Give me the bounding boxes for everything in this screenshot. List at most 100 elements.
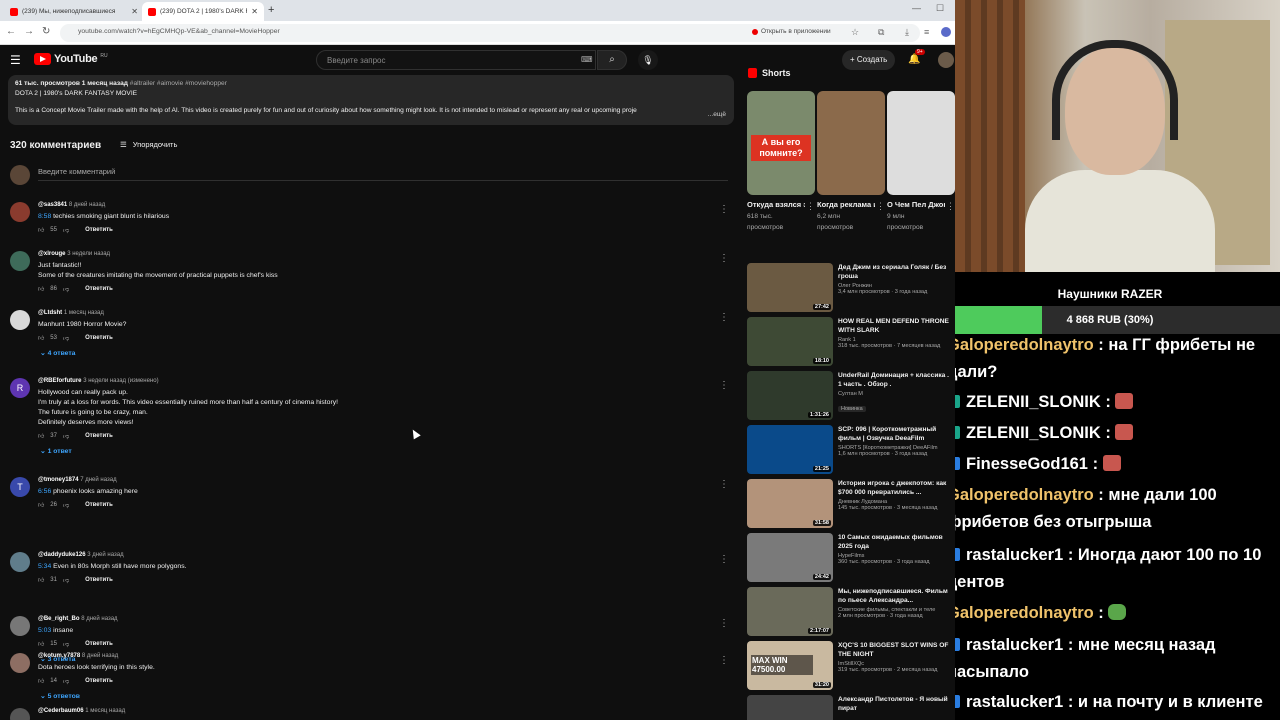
video-thumbnail[interactable]: 1:31:26 — [747, 371, 833, 420]
description-tags[interactable]: #altrailer #aimovie #moviehopper — [130, 80, 227, 87]
like-icon[interactable]: 👍︎ — [38, 432, 44, 440]
comment-avatar[interactable] — [10, 310, 30, 330]
channel-name[interactable]: Султан М — [838, 391, 953, 397]
like-icon[interactable]: 👍︎ — [38, 226, 44, 234]
video-title[interactable]: HOW REAL MEN DEFEND THRONE WITH SLARK — [838, 317, 953, 335]
comment-timestamp-link[interactable]: 8:58 — [38, 213, 51, 220]
comment-author[interactable]: @Ltdsht — [38, 310, 62, 316]
new-tab-icon[interactable]: + — [268, 4, 274, 16]
video-title[interactable]: UnderRail Доминация + классика . 1 часть… — [838, 371, 953, 389]
short-title[interactable]: Когда реклама и... — [817, 200, 875, 210]
dislike-icon[interactable]: 👎︎ — [63, 432, 69, 440]
show-replies-button[interactable]: ⌄ 1 ответ — [40, 447, 72, 455]
reply-button[interactable]: Ответить — [85, 641, 113, 647]
show-replies-button[interactable]: ⌄ 5 ответов — [40, 692, 80, 700]
recommended-video[interactable]: 18:10 HOW REAL MEN DEFEND THRONE WITH SLA… — [747, 317, 955, 369]
dislike-icon[interactable]: 👎︎ — [63, 285, 69, 293]
comment-time[interactable]: 3 недели назад (изменено) — [83, 378, 158, 384]
reply-button[interactable]: Ответить — [85, 433, 113, 439]
show-replies-button[interactable]: ⌄ 4 ответа — [40, 349, 75, 357]
comment-time[interactable]: 7 дней назад — [80, 477, 116, 483]
tab-dota2-trailer[interactable]: (239) DOTA 2 | 1980's DARK FA ✕ — [142, 2, 264, 21]
youtube-logo[interactable]: YouTube RU — [34, 53, 108, 65]
video-thumbnail[interactable]: 2:17:07 — [747, 587, 833, 636]
chat-username[interactable]: ZELENII_SLONIK — [966, 424, 1101, 442]
recommended-video[interactable]: 2:17:07 Мы, нижеподписавшиеся. Фильм по п… — [747, 587, 955, 639]
recommended-video[interactable]: Александр Пистолетов - Я новый пират — [747, 695, 955, 720]
dislike-icon[interactable]: 👎︎ — [63, 226, 69, 234]
comment-avatar[interactable] — [10, 616, 30, 636]
comment-avatar[interactable]: T — [10, 477, 30, 497]
more-options-icon[interactable]: ⋮ — [719, 380, 729, 391]
more-options-icon[interactable]: ⋮ — [719, 554, 729, 565]
short-title[interactable]: Откуда взялся это... — [747, 200, 805, 210]
recommended-video[interactable]: 27:42 Дед Джим из сериала Голяк / Без гро… — [747, 263, 955, 315]
more-options-icon[interactable]: ⋮ — [719, 312, 729, 323]
voice-search-button[interactable]: 🎙 — [638, 50, 658, 70]
video-description[interactable]: 61 тыс. просмотров 1 месяц назад #altrai… — [8, 75, 734, 125]
chat-username[interactable]: ZELENII_SLONIK — [966, 393, 1101, 411]
chat-username[interactable]: rastalucker1 — [966, 546, 1063, 564]
comment-avatar[interactable] — [10, 202, 30, 222]
comment-author[interactable]: @xlrouge — [38, 251, 66, 257]
more-options-icon[interactable]: ⋮ — [946, 201, 955, 212]
recommended-video[interactable]: 1:31:26 UnderRail Доминация + классика . … — [747, 371, 955, 423]
chat-username[interactable]: Galoperedolnaytro — [955, 604, 1094, 622]
video-thumbnail[interactable]: 31:58 — [747, 479, 833, 528]
menu-icon[interactable]: ≡ — [924, 27, 929, 37]
dislike-icon[interactable]: 👎︎ — [63, 576, 69, 584]
reply-button[interactable]: Ответить — [85, 227, 113, 233]
video-title[interactable]: SCP: 096 | Короткометражный фильм | Озву… — [838, 425, 953, 443]
more-options-icon[interactable]: ⋮ — [719, 655, 729, 666]
short-thumbnail[interactable]: А вы его помните? — [747, 91, 815, 195]
more-options-icon[interactable]: ⋮ — [719, 253, 729, 264]
video-title[interactable]: XQC'S 10 BIGGEST SLOT WINS OF THE NIGHT — [838, 641, 953, 659]
video-thumbnail[interactable]: 18:10 — [747, 317, 833, 366]
search-input[interactable]: Введите запрос — [316, 50, 596, 70]
comment-avatar[interactable] — [10, 653, 30, 673]
comment-time[interactable]: 3 дней назад — [87, 552, 123, 558]
more-options-icon[interactable]: ⋮ — [719, 479, 729, 490]
comment-author[interactable]: @tmoney1874 — [38, 477, 79, 483]
chat-username[interactable]: FinesseGod161 — [966, 455, 1088, 473]
comment-input[interactable]: Введите комментарий — [38, 167, 728, 181]
comment-avatar[interactable] — [10, 251, 30, 271]
video-title[interactable]: Дед Джим из сериала Голяк / Без гроша — [838, 263, 953, 281]
video-thumbnail[interactable]: MAX WIN 47500.00 31:20 — [747, 641, 833, 690]
video-title[interactable]: История игрока с джекпотом: как $700 000… — [838, 479, 953, 497]
comment-author[interactable]: @daddyduke126 — [38, 552, 86, 558]
like-icon[interactable]: 👍︎ — [38, 501, 44, 509]
download-icon[interactable]: ⤓ — [905, 27, 909, 38]
more-options-icon[interactable]: ⋮ — [719, 618, 729, 629]
reply-button[interactable]: Ответить — [85, 335, 113, 341]
comment-avatar[interactable] — [10, 552, 30, 572]
short-item[interactable]: Когда реклама и... 6,2 млн просмотров ⋮ — [817, 91, 885, 232]
like-icon[interactable]: 👍︎ — [38, 640, 44, 648]
dislike-icon[interactable]: 👎︎ — [63, 640, 69, 648]
hamburger-menu-icon[interactable]: ☰ — [10, 53, 21, 67]
short-item[interactable]: А вы его помните? Откуда взялся это... 618… — [747, 91, 815, 232]
video-thumbnail[interactable]: 27:42 — [747, 263, 833, 312]
reply-button[interactable]: Ответить — [85, 502, 113, 508]
reply-button[interactable]: Ответить — [85, 286, 113, 292]
sort-comments-button[interactable]: ☰ Упорядочить — [120, 140, 177, 149]
chat-username[interactable]: Galoperedolnaytro — [955, 336, 1094, 354]
close-icon[interactable]: ✕ — [131, 7, 138, 16]
comment-time[interactable]: 3 недели назад — [67, 251, 110, 257]
video-thumbnail[interactable]: 21:25 — [747, 425, 833, 474]
comment-time[interactable]: 8 дней назад — [69, 202, 105, 208]
comment-author[interactable]: @kotum.y7878 — [38, 653, 80, 659]
chat-username[interactable]: rastalucker1 — [966, 693, 1063, 711]
maximize-icon[interactable]: ☐ — [936, 3, 944, 14]
video-thumbnail[interactable] — [747, 695, 833, 720]
more-options-icon[interactable]: ⋮ — [876, 201, 885, 212]
recommended-video[interactable]: 31:58 История игрока с джекпотом: как $70… — [747, 479, 955, 531]
comment-author[interactable]: @RBEforfuture — [38, 378, 82, 384]
like-icon[interactable]: 👍︎ — [38, 576, 44, 584]
comment-time[interactable]: 1 месяц назад — [64, 310, 104, 316]
comment-timestamp-link[interactable]: 5:03 — [38, 627, 51, 634]
more-options-icon[interactable]: ⋮ — [719, 204, 729, 215]
comment-avatar[interactable] — [10, 708, 30, 720]
short-item[interactable]: О Чем Пел Джон ... 9 млн просмотров ⋮ — [887, 91, 955, 232]
close-icon[interactable]: ✕ — [251, 7, 258, 16]
